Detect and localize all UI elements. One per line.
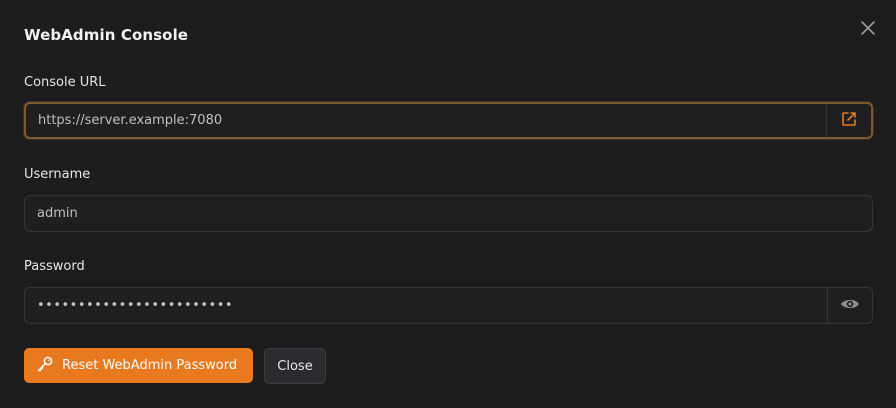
- toggle-password-visibility-button[interactable]: [827, 288, 872, 323]
- webadmin-console-dialog: WebAdmin Console Console URL Username Pa…: [0, 0, 896, 408]
- password-label: Password: [24, 259, 85, 274]
- close-icon[interactable]: [860, 20, 876, 36]
- password-field: [24, 287, 873, 324]
- open-console-button[interactable]: [826, 104, 871, 137]
- username-label: Username: [24, 167, 91, 182]
- dialog-title: WebAdmin Console: [24, 26, 189, 44]
- key-icon: [36, 355, 62, 377]
- reset-button-label: Reset WebAdmin Password: [62, 358, 238, 373]
- username-input[interactable]: [25, 196, 872, 231]
- reset-webadmin-password-button[interactable]: Reset WebAdmin Password: [24, 348, 253, 383]
- console-url-label: Console URL: [24, 75, 106, 90]
- eye-icon: [840, 296, 860, 315]
- username-field: [24, 195, 873, 232]
- close-button[interactable]: Close: [264, 348, 326, 384]
- console-url-input[interactable]: [26, 104, 826, 137]
- console-url-field: [24, 102, 873, 139]
- external-link-icon: [840, 110, 858, 132]
- password-input[interactable]: [25, 288, 827, 323]
